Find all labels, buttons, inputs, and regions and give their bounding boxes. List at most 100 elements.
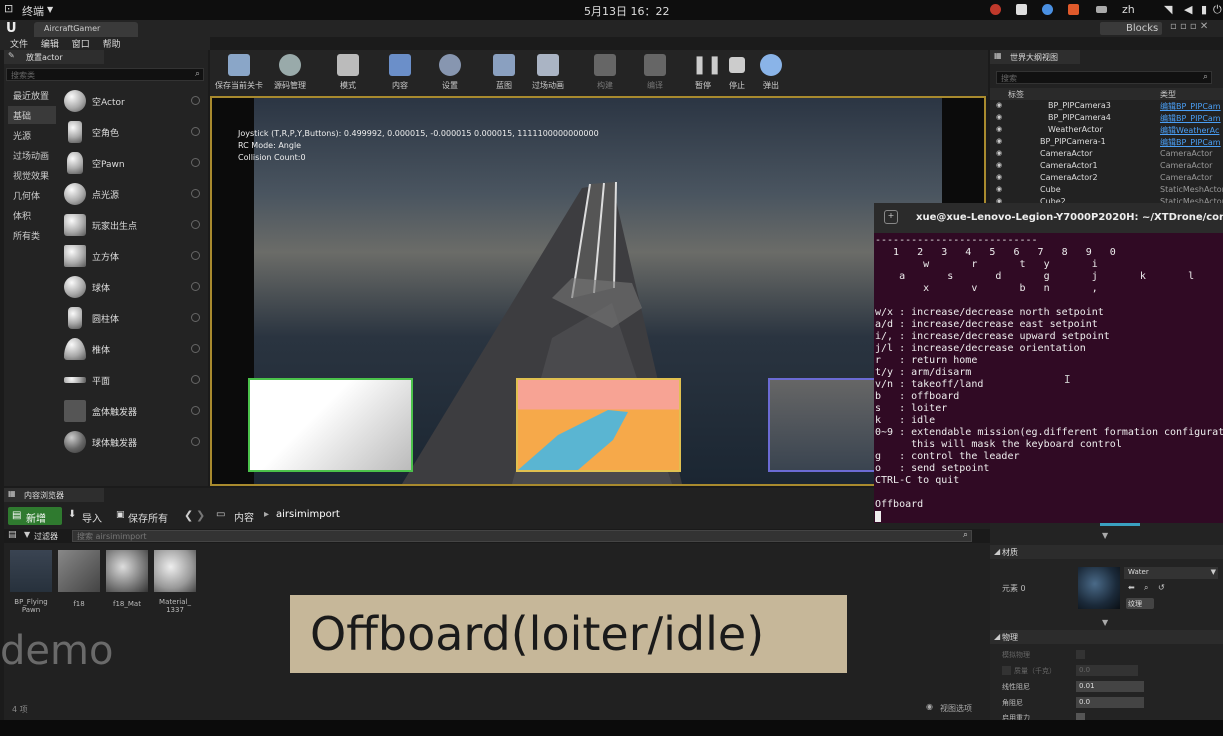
place-item-player-start[interactable]: 玩家出生点 bbox=[60, 211, 208, 239]
asset-search-input[interactable]: 搜索 airsimimport ⌕ bbox=[72, 530, 972, 542]
outliner-row[interactable]: ◉ Cube StaticMeshActor bbox=[990, 184, 1223, 196]
help-icon[interactable] bbox=[191, 220, 200, 229]
mass-override-checkbox[interactable] bbox=[1002, 666, 1011, 675]
back-icon[interactable]: ❮ bbox=[184, 509, 193, 522]
place-item-empty-pawn[interactable]: 空Pawn bbox=[60, 149, 208, 177]
row-type-link[interactable]: 编辑WeatherAc bbox=[1160, 125, 1219, 136]
tray-app-icon[interactable] bbox=[1016, 4, 1027, 15]
source-control-button[interactable]: 源码管理 bbox=[270, 54, 310, 92]
modes-button[interactable]: 模式 bbox=[330, 54, 366, 92]
place-item-empty-actor[interactable]: 空Actor bbox=[60, 87, 208, 115]
eye-icon[interactable]: ◉ bbox=[996, 185, 1002, 193]
outliner-search-input[interactable]: 搜索 ⌕ bbox=[996, 71, 1212, 84]
breadcrumb-current[interactable]: airsimimport bbox=[276, 509, 340, 520]
help-icon[interactable] bbox=[191, 406, 200, 415]
materials-section-header[interactable]: ◢ 材质 bbox=[990, 545, 1223, 559]
keyboard-icon[interactable] bbox=[1096, 6, 1107, 13]
asset-tile-f18[interactable]: f18 bbox=[58, 550, 100, 616]
compile-button[interactable]: 编译 bbox=[638, 54, 672, 92]
outliner-row[interactable]: ◉ CameraActor2 CameraActor bbox=[990, 172, 1223, 184]
browse-icon[interactable]: ⌕ bbox=[1144, 583, 1148, 593]
category-cinematic[interactable]: 过场动画 bbox=[8, 146, 56, 164]
tray-app2-icon[interactable] bbox=[1068, 4, 1079, 15]
material-dropdown[interactable]: Water ▼ bbox=[1124, 567, 1218, 579]
angular-damping-field[interactable]: 0.0 bbox=[1076, 697, 1144, 708]
eye-icon[interactable]: ◉ bbox=[996, 113, 1002, 121]
battery-icon[interactable]: ▮ bbox=[1201, 3, 1207, 16]
power-icon[interactable]: ⏻ bbox=[1213, 3, 1222, 17]
eye-icon[interactable]: ◉ bbox=[996, 173, 1002, 181]
blueprints-button[interactable]: 蓝图 bbox=[486, 54, 522, 92]
help-icon[interactable] bbox=[191, 158, 200, 167]
help-icon[interactable] bbox=[191, 313, 200, 322]
simulate-physics-checkbox[interactable] bbox=[1076, 650, 1085, 659]
menu-help[interactable]: 帮助 bbox=[103, 37, 121, 50]
asset-tile-f18-mat[interactable]: f18_Mat bbox=[106, 550, 148, 616]
import-button[interactable]: ⬇ 导入 bbox=[66, 507, 106, 525]
eye-icon[interactable]: ◉ bbox=[996, 125, 1002, 133]
help-icon[interactable] bbox=[191, 344, 200, 353]
terminal-title-bar[interactable]: + xue@xue-Lenovo-Legion-Y7000P2020H: ~/X… bbox=[874, 203, 1223, 233]
menu-window[interactable]: 窗口 bbox=[72, 37, 90, 50]
menu-edit[interactable]: 编辑 bbox=[41, 37, 59, 50]
category-visual-effects[interactable]: 视觉效果 bbox=[8, 166, 56, 184]
reset-icon[interactable]: ↺ bbox=[1158, 583, 1165, 592]
wifi-icon[interactable]: ◥ bbox=[1164, 3, 1172, 16]
settings-button[interactable]: 设置 bbox=[432, 54, 468, 92]
save-all-button[interactable]: ▣ 保存所有 bbox=[114, 507, 176, 525]
eye-icon[interactable]: ◉ bbox=[996, 149, 1002, 157]
blocks-project-tab[interactable]: Blocks bbox=[1100, 22, 1162, 35]
place-item-point-light[interactable]: 点光源 bbox=[60, 180, 208, 208]
asset-tile-bp-flying-pawn[interactable]: BP_Flying Pawn bbox=[10, 550, 52, 616]
help-icon[interactable] bbox=[191, 437, 200, 446]
place-item-cube[interactable]: 立方体 bbox=[60, 242, 208, 270]
place-search-input[interactable]: 搜索类 ⌕ bbox=[6, 68, 204, 81]
help-icon[interactable] bbox=[191, 96, 200, 105]
level-viewport[interactable]: Joystick (T,R,P,Y,Buttons): 0.499992, 0.… bbox=[210, 96, 986, 486]
activities-icon[interactable]: ⊡ bbox=[4, 2, 13, 15]
category-recent[interactable]: 最近放置 bbox=[8, 86, 56, 104]
eject-button[interactable]: 弹出 bbox=[758, 54, 784, 92]
help-icon[interactable] bbox=[191, 282, 200, 291]
terminal-output[interactable]: --------------------------- 1 2 3 4 5 6 … bbox=[875, 235, 1223, 522]
help-icon[interactable] bbox=[191, 251, 200, 260]
stop-button[interactable]: 停止 bbox=[724, 54, 750, 92]
category-geometry[interactable]: 几何体 bbox=[8, 186, 56, 204]
place-actors-tab[interactable]: ✎ 放置actor bbox=[4, 50, 104, 64]
eye-icon[interactable]: ◉ bbox=[996, 101, 1002, 109]
enable-gravity-checkbox[interactable] bbox=[1076, 713, 1085, 720]
save-level-button[interactable]: 保存当前关卡 bbox=[214, 54, 264, 92]
world-outliner-tab[interactable]: ▦ 世界大纲视图 bbox=[990, 50, 1080, 64]
outliner-row[interactable]: ◉ BP_PIPCamera-1 编辑BP_PIPCam bbox=[990, 136, 1223, 148]
volume-icon[interactable]: ◀ bbox=[1184, 3, 1192, 16]
row-type-link[interactable]: 编辑BP_PIPCam bbox=[1160, 137, 1221, 148]
add-new-button[interactable]: ▤ 新增 bbox=[8, 507, 62, 525]
terminal-window[interactable]: + xue@xue-Lenovo-Legion-Y7000P2020H: ~/X… bbox=[874, 203, 1223, 523]
help-icon[interactable] bbox=[191, 375, 200, 384]
textures-dropdown[interactable]: 纹理 bbox=[1126, 598, 1154, 609]
breadcrumb-root[interactable]: 内容 bbox=[234, 509, 254, 524]
expand-chevron-icon[interactable]: ▼ bbox=[1102, 531, 1108, 540]
asset-tile-material-1337[interactable]: Material_ 1337 bbox=[154, 550, 196, 616]
window-controls[interactable]: ▫ ▫ ▫ ✕ bbox=[1170, 21, 1208, 32]
content-button[interactable]: 内容 bbox=[382, 54, 418, 92]
place-item-box-trigger[interactable]: 盒体触发器 bbox=[60, 397, 208, 425]
help-icon[interactable] bbox=[191, 127, 200, 136]
outliner-row[interactable]: ◉ BP_PIPCamera4 编辑BP_PIPCam bbox=[990, 112, 1223, 124]
row-type-link[interactable]: 编辑BP_PIPCam bbox=[1160, 101, 1221, 112]
use-selected-icon[interactable]: ⬅ bbox=[1128, 583, 1135, 592]
category-lights[interactable]: 光源 bbox=[8, 126, 56, 144]
filters-button[interactable]: ▼ 过滤器 bbox=[22, 530, 68, 542]
outliner-row[interactable]: ◉ BP_PIPCamera3 编辑BP_PIPCam bbox=[990, 100, 1223, 112]
place-item-sphere-trigger[interactable]: 球体触发器 bbox=[60, 428, 208, 456]
pause-button[interactable]: ❚❚ 暂停 bbox=[690, 54, 722, 92]
mass-field[interactable]: 0.0 bbox=[1076, 665, 1138, 676]
linear-damping-field[interactable]: 0.01 bbox=[1076, 681, 1144, 692]
outliner-row[interactable]: ◉ WeatherActor 编辑WeatherAc bbox=[990, 124, 1223, 136]
level-tab[interactable]: AircraftGamer bbox=[34, 22, 138, 37]
forward-icon[interactable]: ❯ bbox=[196, 509, 205, 522]
build-button[interactable]: 构建 bbox=[588, 54, 622, 92]
menu-file[interactable]: 文件 bbox=[10, 37, 28, 50]
place-item-plane[interactable]: 平面 bbox=[60, 366, 208, 394]
record-icon[interactable] bbox=[990, 4, 1001, 15]
